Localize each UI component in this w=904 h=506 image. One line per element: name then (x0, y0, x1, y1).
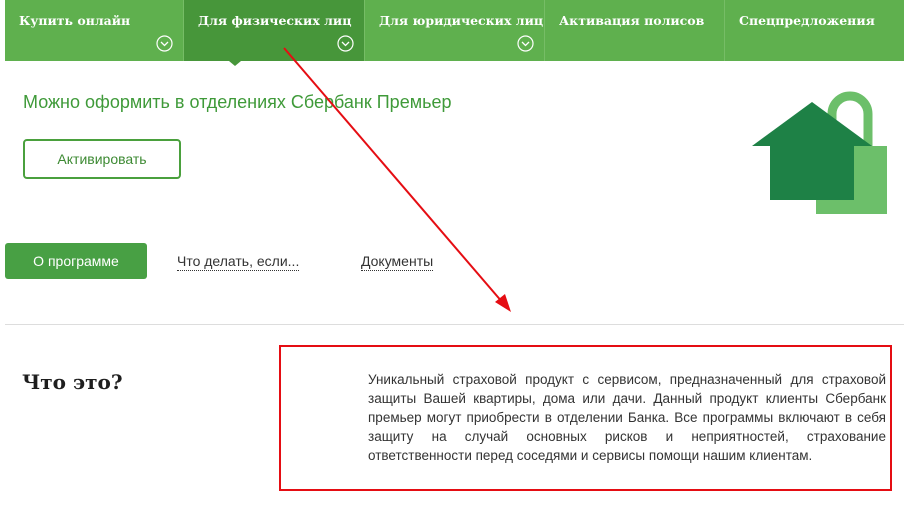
chevron-down-icon[interactable] (517, 35, 534, 52)
chevron-down-icon[interactable] (156, 35, 173, 52)
top-navigation: Купить онлайн Для физических лиц Для юри… (5, 0, 904, 61)
nav-item-special-offers[interactable]: Спецпредложения (725, 0, 904, 61)
section-title: Что это? (22, 370, 123, 394)
nav-item-label: Спецпредложения (739, 13, 875, 28)
nav-item-label: Для юридических лиц (379, 13, 544, 28)
nav-item-label: Для физических лиц (198, 13, 352, 28)
activate-button[interactable]: Активировать (23, 139, 181, 179)
nav-item-label: Купить онлайн (19, 13, 131, 28)
nav-item-label: Активация полисов (559, 13, 705, 28)
nav-item-policy-activation[interactable]: Активация полисов (545, 0, 725, 61)
tab-about[interactable]: О программе (5, 243, 147, 279)
tab-documents[interactable]: Документы (361, 253, 434, 271)
section-description: Уникальный страховой продукт с сервисом,… (368, 372, 886, 463)
chevron-down-icon[interactable] (337, 35, 354, 52)
active-nav-pointer (229, 61, 241, 66)
nav-item-buy-online[interactable]: Купить онлайн (5, 0, 184, 61)
house-lock-icon (752, 91, 887, 214)
tab-what-to-do[interactable]: Что делать, если... (177, 253, 300, 271)
promo-text: Можно оформить в отделениях Сбербанк Пре… (23, 92, 452, 112)
nav-item-individuals[interactable]: Для физических лиц (184, 0, 365, 61)
nav-item-legal-entities[interactable]: Для юридических лиц (365, 0, 545, 61)
section-divider (5, 324, 904, 325)
